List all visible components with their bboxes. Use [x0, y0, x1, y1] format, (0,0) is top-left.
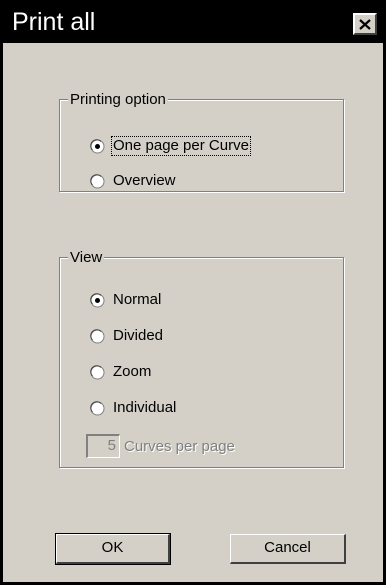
dialog-title: Print all	[12, 8, 96, 36]
view-group: View Normal Divided Zoom Individual 5 Cu…	[59, 249, 344, 468]
radio-divided[interactable]: Divided	[90, 325, 164, 347]
radio-unselected-icon[interactable]	[90, 364, 105, 380]
radio-label: Zoom	[113, 363, 152, 380]
radio-unselected-icon[interactable]	[90, 328, 105, 344]
curves-per-page-input[interactable]: 5	[86, 434, 120, 458]
radio-one-page-per-curve[interactable]: One page per Curve	[90, 135, 251, 157]
radio-selected-icon[interactable]	[90, 138, 105, 154]
radio-zoom[interactable]: Zoom	[90, 361, 152, 383]
print-all-dialog: Print all Printing option One page per C…	[0, 0, 386, 585]
title-bar[interactable]: Print all	[3, 3, 383, 43]
radio-individual[interactable]: Individual	[90, 397, 177, 419]
radio-label: Overview	[113, 172, 176, 189]
radio-label: Individual	[113, 399, 177, 416]
radio-unselected-icon[interactable]	[90, 173, 105, 189]
close-icon	[359, 18, 371, 30]
radio-unselected-icon[interactable]	[90, 400, 105, 416]
cancel-button[interactable]: Cancel	[230, 534, 346, 564]
radio-label: One page per Curve	[111, 136, 251, 156]
radio-label: Divided	[113, 327, 164, 344]
radio-overview[interactable]: Overview	[90, 170, 177, 192]
radio-normal[interactable]: Normal	[90, 289, 162, 311]
printing-option-legend: Printing option	[68, 91, 168, 108]
curves-per-page-label: Curves per page	[124, 437, 235, 455]
curves-per-page-row: 5 Curves per page	[86, 434, 235, 458]
close-button[interactable]	[353, 13, 377, 35]
radio-label: Normal	[113, 291, 162, 308]
view-legend: View	[68, 249, 105, 266]
radio-selected-icon[interactable]	[90, 292, 105, 308]
ok-button[interactable]: OK	[55, 533, 171, 565]
printing-option-group: Printing option One page per Curve Overv…	[59, 91, 344, 192]
